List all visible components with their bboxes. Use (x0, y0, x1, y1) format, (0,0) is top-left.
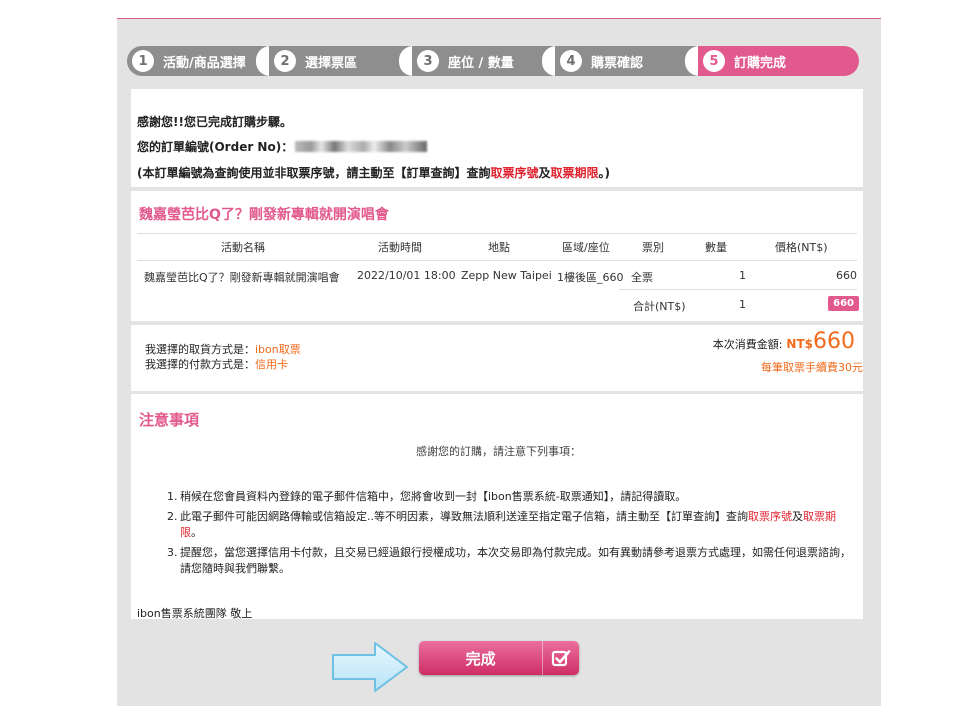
right-arrow-icon (332, 642, 408, 692)
step-label: 購票確認 (591, 55, 644, 71)
order-number: 您的訂單編號(Order No)： (137, 138, 428, 155)
handling-fee-note: 每筆取票手續費30元 (761, 361, 863, 374)
note-item-2: 2. 此電子郵件可能因網路傳輸或信箱設定..等不明因素，導致無法順利送達至指定電子… (167, 510, 836, 539)
step-number: 4 (560, 50, 582, 72)
col-header-price: 價格(NT$) (775, 241, 828, 254)
order-notice-text: (本訂單編號為查詢使用並非取票序號，請主動至【訂單查詢】查詢 (137, 166, 491, 180)
step-1: 1 活動/商品選擇 (127, 46, 270, 76)
progress-steps: 1 活動/商品選擇 2 選擇票區 3 座位 / 數量 4 購票確認 5 訂購完成 (127, 46, 859, 76)
step-number: 3 (417, 50, 439, 72)
checkbox-check-icon (542, 641, 579, 675)
confirmation-panel: 感謝您!!您已完成訂購步驟。 您的訂單編號(Order No)： (本訂單編號為… (131, 89, 863, 187)
row-ticket-type: 全票 (631, 271, 653, 284)
subtotal-quantity: 1 (739, 298, 746, 311)
note-item-3: 3. 提醒您，當您選擇信用卡付款，且交易已經過銀行授權成功，本次交易即為付款完成。… (167, 546, 851, 575)
note-item-2-end: 。 (191, 526, 202, 539)
subtotal-amount-badge: 660 (828, 296, 859, 311)
col-header-time: 活動時間 (378, 241, 422, 254)
step-3: 3 座位 / 數量 (412, 46, 556, 76)
table-bottom-divider (131, 321, 863, 322)
row-price: 660 (836, 269, 857, 282)
order-complete-frame: 1 活動/商品選擇 2 選擇票區 3 座位 / 數量 4 購票確認 5 訂購完成… (117, 19, 881, 706)
order-notice-end: 。) (598, 166, 611, 180)
payment-method-value: 信用卡 (255, 358, 288, 371)
order-number-redacted (295, 141, 428, 152)
total-number: 660 (813, 329, 855, 354)
payment-method: 我選擇的付款方式是：信用卡 (145, 356, 288, 372)
note-item-1-text: 稍候在您會員資料內登錄的電子郵件信箱中，您將會收到一封【ibon售票系統-取票通… (180, 490, 687, 503)
total-amount: 本次消費金額: NT$660 (713, 329, 855, 354)
step-4: 4 購票確認 (555, 46, 699, 76)
step-label: 訂購完成 (734, 55, 787, 71)
notes-title: 注意事項 (139, 411, 200, 429)
subtotal-label: 合計(NT$) (633, 300, 686, 313)
subtotal-divider (619, 289, 857, 290)
total-amount-value: NT$660 (786, 329, 855, 354)
note-item-2-and: 及 (792, 510, 803, 523)
done-button[interactable]: 完成 (419, 641, 579, 675)
table-row-divider (137, 260, 857, 261)
col-header-venue: 地點 (488, 241, 510, 254)
table-header-divider (137, 233, 857, 234)
order-notice-and: 及 (538, 166, 551, 180)
signature: ibon售票系統團隊 敬上 (137, 607, 253, 620)
notes-panel: 注意事項 感謝您的訂購，請注意下列事項： 1. 稍候在您會員資料內登錄的電子郵件信… (131, 394, 863, 620)
step-number: 2 (274, 50, 296, 72)
col-header-name: 活動名稱 (221, 241, 265, 254)
thanks-message: 感謝您!!您已完成訂購步驟。 (137, 115, 292, 129)
row-venue: Zepp New Taipei (461, 269, 552, 282)
row-event-name: 魏嘉瑩芭比Q了？剛發新專輯就開演唱會 (144, 271, 340, 284)
col-header-quantity: 數量 (705, 241, 727, 254)
order-notice: (本訂單編號為查詢使用並非取票序號，請主動至【訂單查詢】查詢取票序號及取票期限。… (137, 164, 610, 181)
step-label: 選擇票區 (305, 55, 358, 71)
step-2: 2 選擇票區 (269, 46, 413, 76)
total-amount-label: 本次消費金額: (712, 338, 783, 351)
step-label: 座位 / 數量 (448, 55, 514, 71)
event-order-panel: 魏嘉瑩芭比Q了？剛發新專輯就開演唱會 活動名稱 活動時間 地點 區域/座位 票別… (131, 191, 863, 322)
notes-list: 1. 稍候在您會員資料內登錄的電子郵件信箱中，您將會收到一封【ibon售票系統-取… (167, 489, 857, 581)
total-currency: NT$ (786, 337, 813, 351)
pickup-method-value: ibon取票 (255, 343, 301, 356)
notes-intro: 感謝您的訂購，請注意下列事項： (416, 445, 581, 458)
row-seat: 1樓後區_660 (557, 271, 624, 284)
payment-method-label: 我選擇的付款方式是： (145, 358, 255, 371)
event-title: 魏嘉瑩芭比Q了？剛發新專輯就開演唱會 (139, 207, 389, 223)
step-label: 活動/商品選擇 (163, 55, 246, 71)
col-header-ticket-type: 票別 (642, 241, 664, 254)
pickup-deadline-highlight: 取票期限 (550, 166, 599, 180)
pickup-method: 我選擇的取貨方式是：ibon取票 (145, 341, 301, 357)
pickup-method-label: 我選擇的取貨方式是： (145, 343, 255, 356)
row-event-time: 2022/10/01 18:00 (357, 269, 456, 282)
col-header-seat: 區域/座位 (562, 241, 610, 254)
note-item-1: 1. 稍候在您會員資料內登錄的電子郵件信箱中，您將會收到一封【ibon售票系統-取… (167, 490, 687, 503)
pickup-serial-highlight: 取票序號 (490, 166, 539, 180)
row-quantity: 1 (739, 269, 746, 282)
note-item-2-text: 此電子郵件可能因網路傳輸或信箱設定..等不明因素，導致無法順利送達至指定電子信箱… (180, 510, 748, 523)
order-number-label: 您的訂單編號(Order No)： (137, 140, 294, 154)
note-pickup-serial-highlight: 取票序號 (748, 510, 792, 523)
step-5-current: 5 訂購完成 (698, 46, 859, 76)
note-item-3-text: 提醒您，當您選擇信用卡付款，且交易已經過銀行授權成功，本次交易即為付款完成。如有… (180, 546, 851, 575)
step-number: 1 (132, 50, 154, 72)
step-number: 5 (703, 50, 725, 72)
done-button-label: 完成 (465, 649, 496, 668)
payment-summary-panel: 我選擇的取貨方式是：ibon取票 我選擇的付款方式是：信用卡 本次消費金額: N… (131, 325, 863, 391)
